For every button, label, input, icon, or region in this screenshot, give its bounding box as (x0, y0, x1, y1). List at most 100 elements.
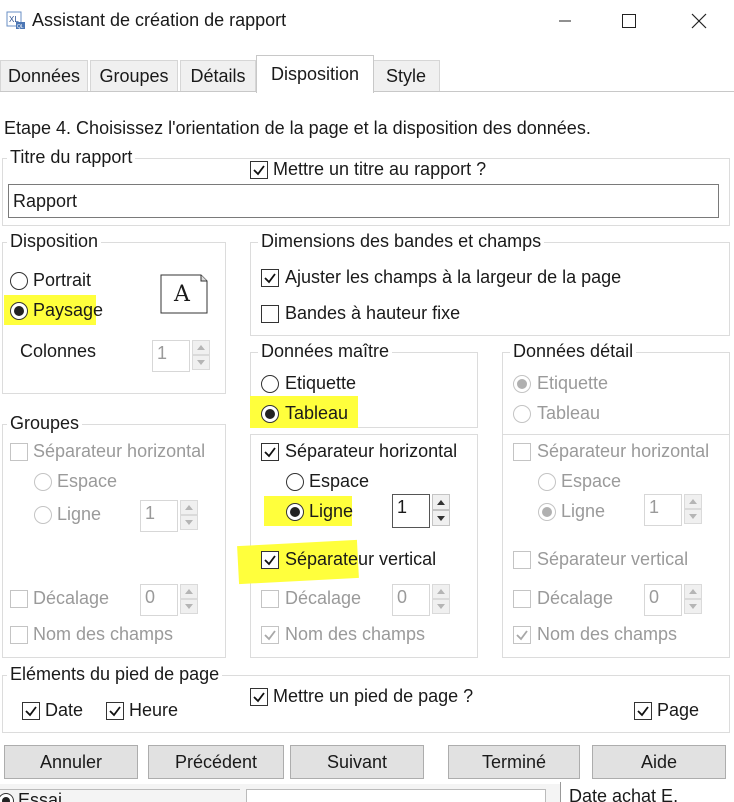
fixed-height-checkbox[interactable] (261, 305, 279, 323)
master-hsep-checkbox[interactable] (261, 443, 279, 461)
tab-groupes[interactable]: Groupes (90, 60, 178, 92)
finish-button[interactable]: Terminé (448, 745, 580, 779)
report-title-input[interactable]: Rapport (8, 184, 719, 218)
tab-style[interactable]: Style (372, 60, 440, 92)
detail-vsep-label: Séparateur vertical (537, 549, 689, 569)
detail-offset-spinner[interactable] (684, 584, 702, 614)
spin-down-icon[interactable] (180, 515, 198, 530)
detail-space-radio[interactable] (538, 473, 556, 491)
spin-down-icon[interactable] (684, 599, 702, 614)
master-line-input[interactable]: 1 (392, 494, 430, 528)
footer-time-checkbox[interactable] (106, 702, 124, 720)
spin-down-icon[interactable] (432, 599, 450, 614)
spin-up-icon[interactable] (684, 584, 702, 599)
groups-fieldnames-checkbox[interactable] (10, 626, 28, 644)
detail-offset-label: Décalage (537, 588, 614, 608)
groups-line-input[interactable]: 1 (140, 500, 178, 532)
check-icon (253, 692, 265, 703)
footer-legend: Eléments du pied de page (7, 664, 223, 685)
window-title: Assistant de création de rapport (32, 10, 287, 30)
check-icon (637, 706, 649, 717)
columns-input[interactable]: 1 (152, 340, 190, 372)
previous-button[interactable]: Précédent (148, 745, 284, 779)
groups-hsep-label: Séparateur horizontal (33, 441, 206, 461)
groups-space-radio[interactable] (34, 473, 52, 491)
groups-offset-checkbox[interactable] (10, 590, 28, 608)
detail-label-radio[interactable] (513, 375, 531, 393)
background-left-text: Essai (18, 790, 63, 802)
detail-table-opt: Tableau (537, 403, 601, 423)
footer-date-checkbox[interactable] (22, 702, 40, 720)
check-icon (264, 273, 276, 284)
detail-vsep-checkbox[interactable] (513, 551, 531, 569)
svg-text:QL: QL (17, 24, 24, 30)
portrait-radio[interactable] (10, 272, 28, 290)
spin-up-icon[interactable] (432, 584, 450, 599)
master-line-spinner[interactable] (432, 494, 450, 526)
spin-up-icon[interactable] (432, 494, 450, 510)
detail-line-radio[interactable] (538, 503, 556, 521)
master-table-radio[interactable] (261, 405, 279, 423)
tab-details[interactable]: Détails (180, 60, 256, 92)
master-table-opt: Tableau (285, 403, 349, 423)
master-space-radio[interactable] (286, 473, 304, 491)
detail-fieldnames-checkbox[interactable] (513, 626, 531, 644)
spin-up-icon[interactable] (180, 584, 198, 599)
check-icon (109, 706, 121, 717)
groups-hsep-checkbox[interactable] (10, 443, 28, 461)
spin-down-icon[interactable] (684, 509, 702, 524)
fit-fields-label: Ajuster les champs à la largeur de la pa… (285, 267, 622, 287)
tab-disposition[interactable]: Disposition (256, 55, 374, 93)
master-offset-checkbox[interactable] (261, 590, 279, 608)
groups-line-radio[interactable] (34, 506, 52, 524)
spin-down-icon[interactable] (192, 355, 210, 370)
master-vsep-checkbox[interactable] (261, 551, 279, 569)
master-label-radio[interactable] (261, 375, 279, 393)
check-icon (264, 630, 276, 641)
master-fieldnames-checkbox[interactable] (261, 626, 279, 644)
check-icon (516, 630, 528, 641)
groups-offset-input[interactable]: 0 (140, 584, 178, 616)
detail-hsep-label: Séparateur horizontal (537, 441, 710, 461)
master-offset-spinner[interactable] (432, 584, 450, 614)
master-hsep-label: Séparateur horizontal (285, 441, 458, 461)
master-line-radio[interactable] (286, 503, 304, 521)
master-legend: Données maître (258, 341, 393, 362)
detail-line-spinner[interactable] (684, 494, 702, 524)
detail-offset-input[interactable]: 0 (644, 584, 682, 616)
minimize-icon[interactable] (542, 0, 588, 42)
maximize-icon[interactable] (606, 0, 652, 42)
columns-label: Colonnes (20, 341, 97, 361)
master-vsep-label: Séparateur vertical (285, 549, 437, 569)
groups-space-label: Espace (57, 471, 118, 491)
spin-down-icon[interactable] (180, 599, 198, 614)
cancel-button[interactable]: Annuler (4, 745, 138, 779)
groups-offset-spinner[interactable] (180, 584, 198, 614)
master-space-label: Espace (309, 471, 370, 491)
paysage-radio[interactable] (10, 302, 28, 320)
footer-add-checkbox[interactable] (250, 688, 268, 706)
spin-up-icon[interactable] (192, 340, 210, 355)
spin-up-icon[interactable] (684, 494, 702, 509)
master-offset-input[interactable]: 0 (392, 584, 430, 616)
columns-spinner[interactable] (192, 340, 210, 370)
close-icon[interactable] (676, 0, 722, 42)
detail-line-input[interactable]: 1 (644, 494, 682, 526)
detail-offset-checkbox[interactable] (513, 590, 531, 608)
groups-line-spinner[interactable] (180, 500, 198, 530)
background-right-text: Date achat E. (569, 786, 679, 802)
fit-fields-checkbox[interactable] (261, 269, 279, 287)
master-label-opt: Etiquette (285, 373, 357, 393)
next-button[interactable]: Suivant (290, 745, 424, 779)
detail-hsep-checkbox[interactable] (513, 443, 531, 461)
footer-page-checkbox[interactable] (634, 702, 652, 720)
tab-donnees[interactable]: Données (0, 60, 88, 92)
report-title-checkbox[interactable] (250, 161, 268, 179)
detail-table-radio[interactable] (513, 405, 531, 423)
spin-down-icon[interactable] (432, 510, 450, 526)
spin-up-icon[interactable] (180, 500, 198, 515)
help-button[interactable]: Aide (592, 745, 726, 779)
groups-legend: Groupes (7, 413, 83, 434)
background-right-cell: Date achat E. (560, 782, 734, 802)
groups-fieldnames-label: Nom des champs (33, 624, 174, 644)
